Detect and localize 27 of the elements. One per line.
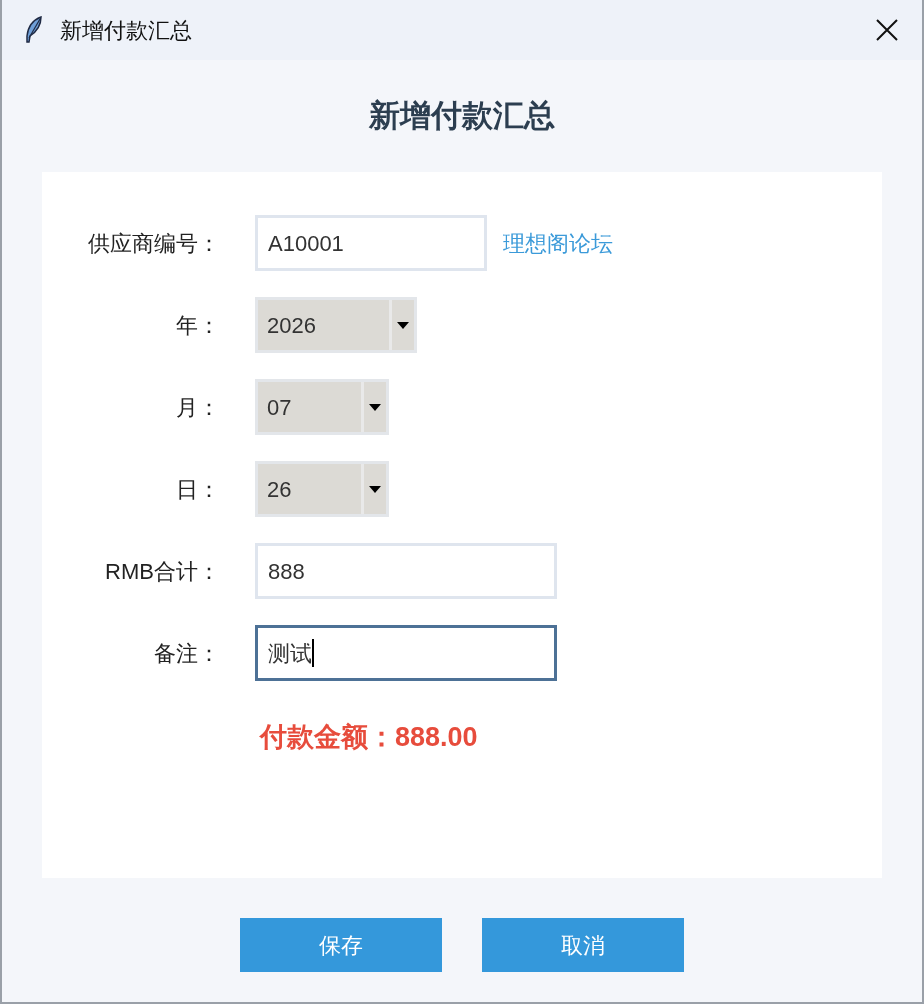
field-label: 年： [175, 311, 220, 340]
field-label: RMB合计： [104, 557, 220, 586]
dropdown-value: 26 [266, 475, 293, 504]
payment-amount-text: 付款金额：888.00 [260, 722, 478, 752]
dropdown-value: 2026 [266, 311, 317, 340]
caret-down-icon [369, 485, 381, 493]
close-icon[interactable] [876, 19, 898, 41]
field-label: 供应商编号： [87, 229, 220, 258]
caret-down-icon [369, 403, 381, 411]
dropdown-field[interactable]: 07 [255, 379, 389, 435]
caret-down-icon [397, 321, 409, 329]
text-cursor-icon [312, 639, 314, 667]
input-value: A10001 [268, 229, 344, 258]
dropdown-field[interactable]: 2026 [255, 297, 417, 353]
text-input-field[interactable]: 测试 [255, 625, 557, 681]
field-label: 备注： [153, 639, 220, 668]
dropdown-field[interactable]: 26 [255, 461, 389, 517]
input-value: 888 [268, 557, 305, 586]
window-title: 新增付款汇总 [60, 16, 192, 45]
text-input-field[interactable]: A10001 [255, 215, 487, 271]
input-value: 测试 [268, 639, 312, 668]
field-label: 月： [175, 393, 220, 422]
field-label: 日： [175, 475, 220, 504]
feather-icon [24, 16, 44, 44]
dropdown-value: 07 [266, 393, 293, 422]
dialog-heading: 新增付款汇总 [369, 96, 555, 135]
text-input-field[interactable]: 888 [255, 543, 557, 599]
